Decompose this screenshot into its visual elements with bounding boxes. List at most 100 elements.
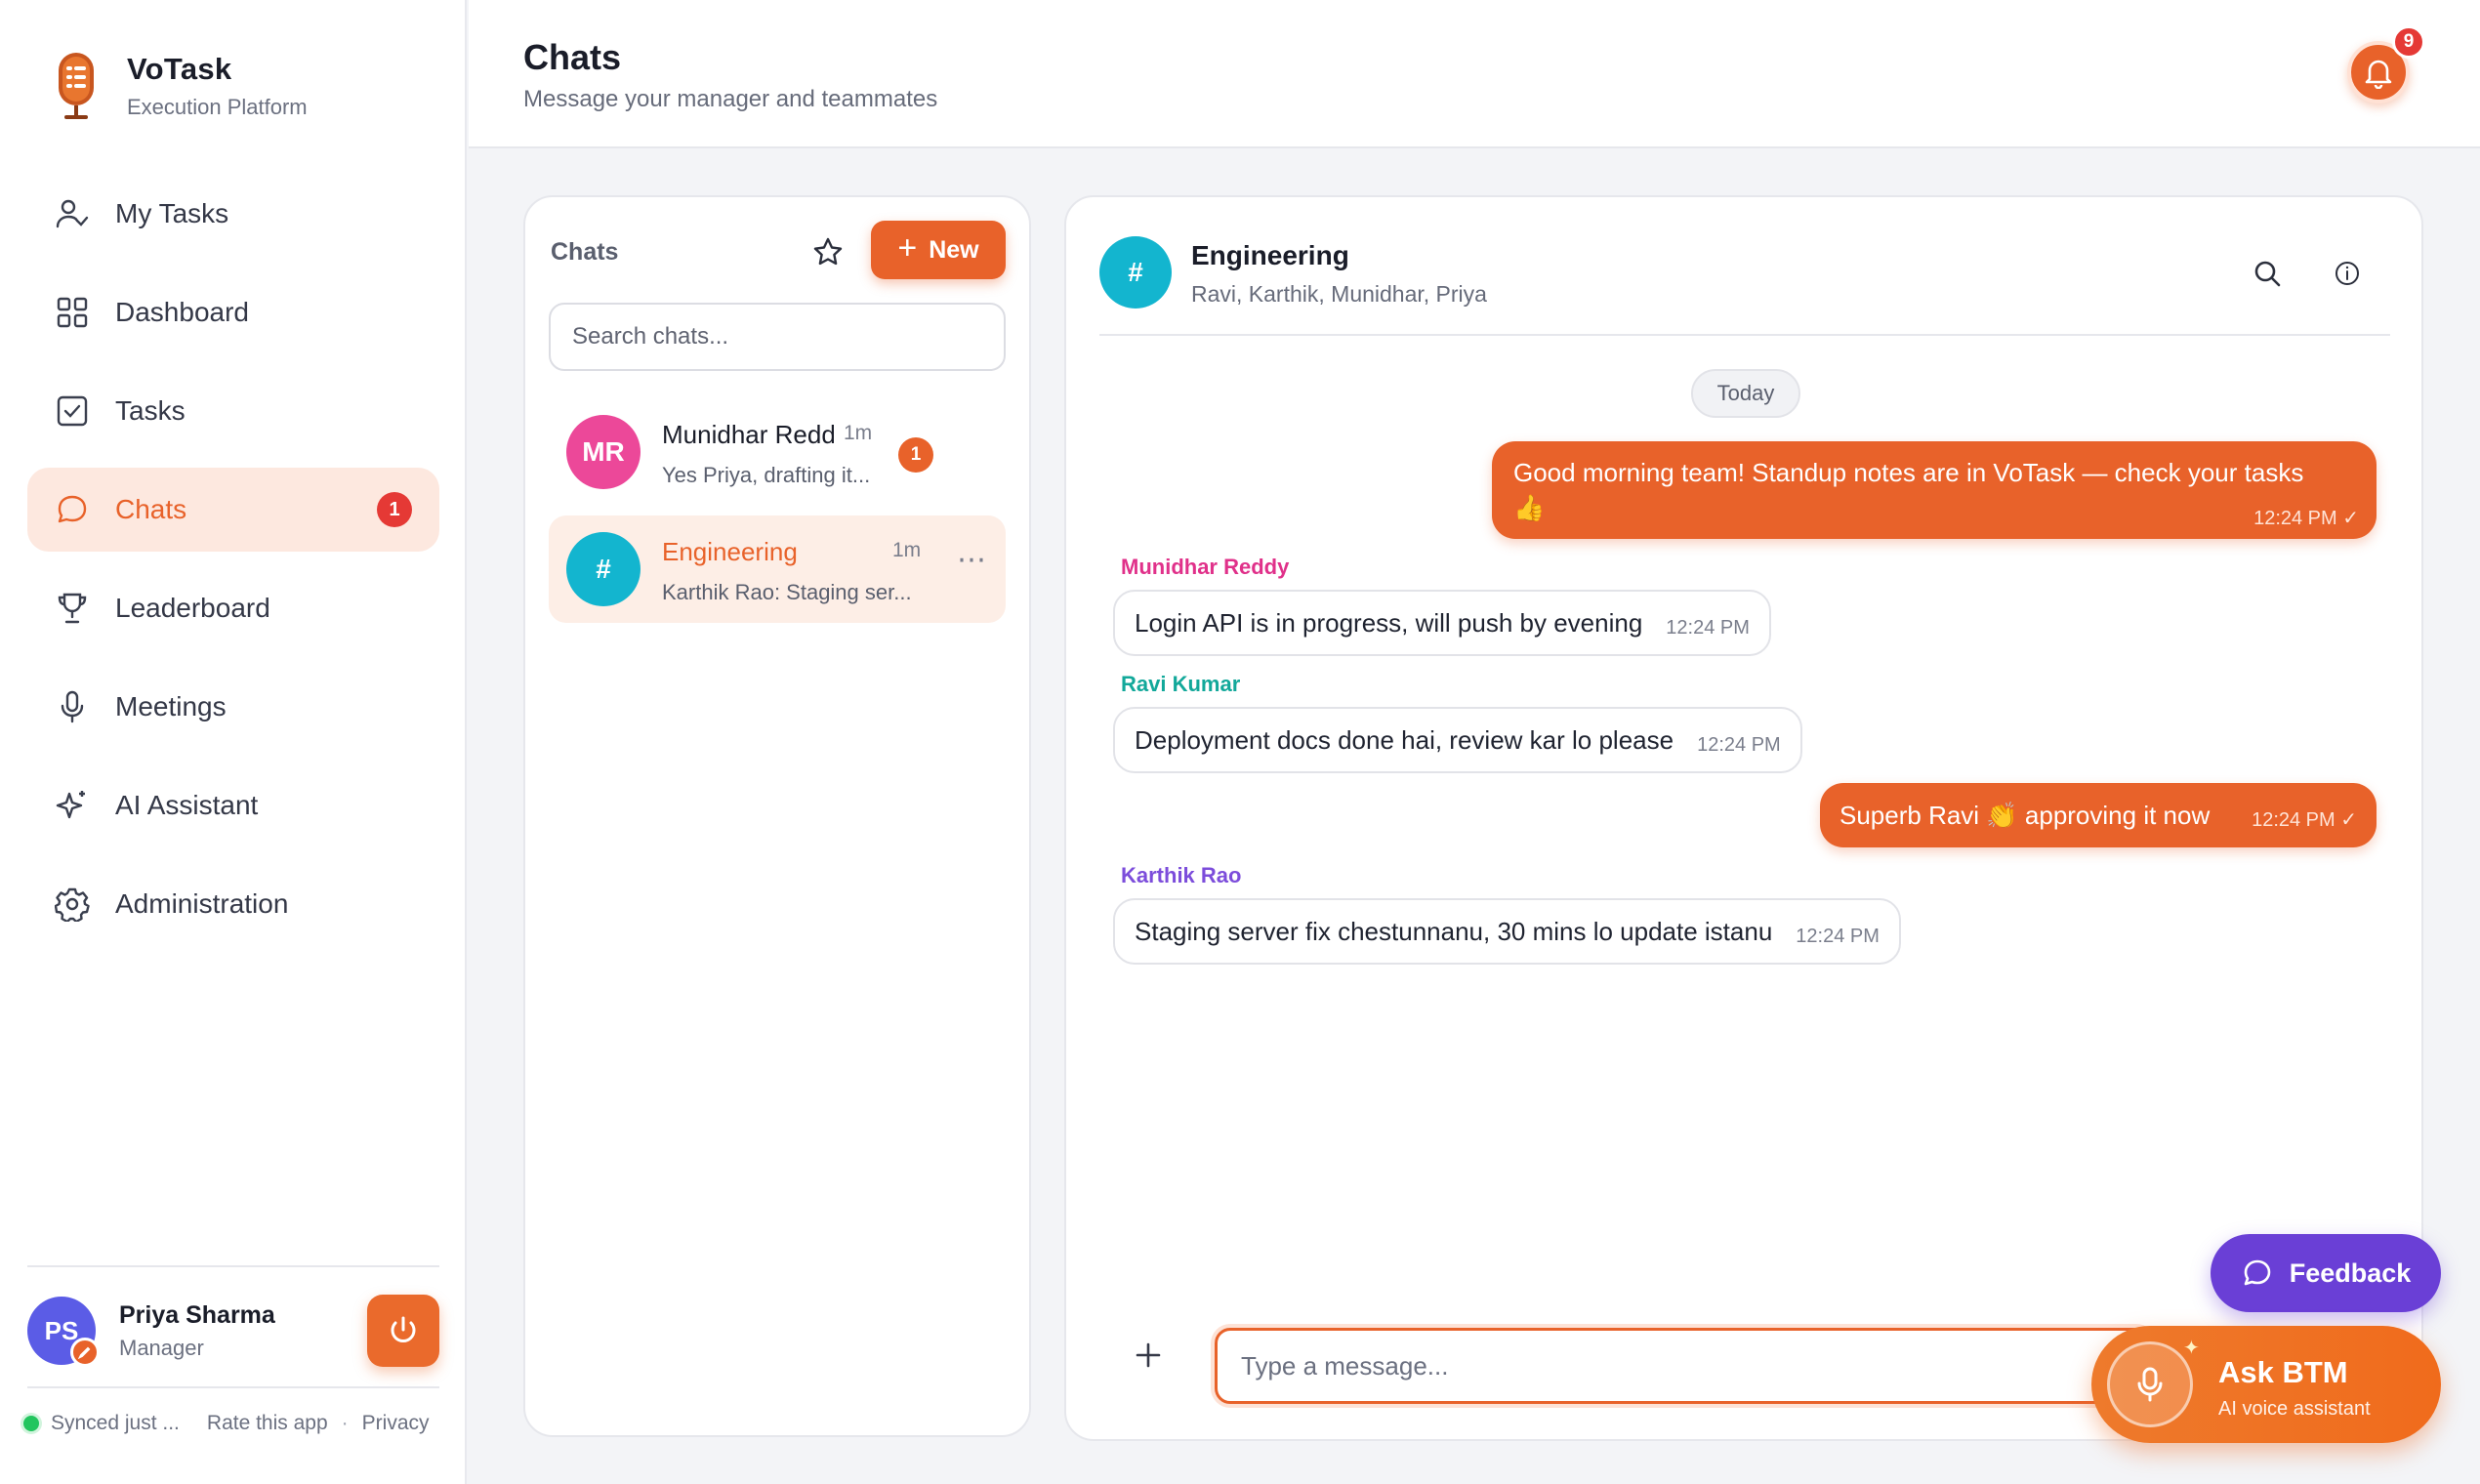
privacy-link[interactable]: Privacy [362,1412,430,1435]
sidebar-item-label: Meetings [115,691,227,721]
separator: · [341,1412,349,1434]
sidebar-item-meetings[interactable]: Meetings [27,665,439,749]
message-bubble-incoming[interactable]: Staging server fix chestunnanu, 30 mins … [1113,898,1901,965]
message-bubble-incoming[interactable]: Login API is in progress, will push by e… [1113,590,1771,656]
checkbox-icon [55,393,90,429]
search-chats-input[interactable] [549,303,1006,371]
rate-app-link[interactable]: Rate this app [207,1412,328,1435]
attach-plus-icon[interactable] [1129,1336,1168,1375]
ask-btm-subtitle: AI voice assistant [2218,1398,2371,1420]
message-text: Login API is in progress, will push by e… [1135,607,1643,638]
ask-btm-voice-button[interactable]: ✦ Ask BTM AI voice assistant [2091,1326,2441,1443]
sidebar-item-label: My Tasks [115,198,229,228]
conversation-info-button[interactable] [2330,256,2365,291]
message-bubble-outgoing[interactable]: Good morning team! Standup notes are in … [1492,441,2377,539]
message-text: Deployment docs done hai, review kar lo … [1135,724,1674,755]
message-sender: Karthik Rao [1121,863,1242,887]
chat-list-title: Chats [551,238,619,266]
date-separator: Today [1691,369,1800,418]
brand-name: VoTask [127,52,232,86]
sync-status-icon [23,1416,39,1431]
edit-icon[interactable] [70,1338,100,1367]
divider [27,1386,439,1388]
sidebar-item-my-tasks[interactable]: My Tasks [27,172,439,256]
logout-button[interactable] [367,1295,439,1367]
chat-time: 1m [892,539,922,561]
chat-list-item[interactable]: # Engineering 1m Karthik Rao: Staging se… [549,515,1006,623]
message-bubble-incoming[interactable]: Deployment docs done hai, review kar lo … [1113,707,1802,773]
ask-btm-title: Ask BTM [2218,1355,2348,1389]
sidebar-item-administration[interactable]: Administration [27,862,439,946]
microphone-icon [2107,1341,2193,1427]
sync-status: Synced just ... [51,1412,180,1434]
sidebar-item-tasks[interactable]: Tasks [27,369,439,453]
chat-list-panel: Chats + New MR Munidhar Reddy 1m Yes Pri… [523,195,1031,1437]
divider [27,1265,439,1267]
search-icon [2254,261,2281,287]
info-icon [2335,262,2359,285]
message-sender: Munidhar Reddy [1121,555,1290,579]
sparkle-icon [55,788,90,823]
microphone-icon [55,689,90,724]
sidebar-footer: Synced just ... Rate this app · Privacy [23,1412,430,1435]
page-subtitle: Message your manager and teammates [523,86,938,112]
feedback-label: Feedback [2289,1257,2412,1288]
avatar[interactable]: PS [27,1297,100,1367]
chat-preview: Karthik Rao: Staging ser... [662,580,912,604]
sidebar-item-label: AI Assistant [115,790,259,820]
sidebar-item-leaderboard[interactable]: Leaderboard [27,566,439,650]
chat-name: Munidhar Reddy [662,420,834,449]
feedback-button[interactable]: Feedback [2211,1234,2441,1312]
sidebar-item-ai-assistant[interactable]: AI Assistant [27,763,439,847]
page-title: Chats [523,37,622,77]
chat-time: 1m [844,422,873,444]
page-header: Chats Message your manager and teammates… [469,0,2480,148]
trophy-icon [55,591,90,626]
brand-subtitle: Execution Platform [127,95,308,119]
unread-badge: 1 [377,492,412,527]
more-options-icon[interactable]: ⋯ [957,543,987,577]
message-time: 12:24 PM [1796,925,1880,947]
sidebar-item-label: Dashboard [115,297,249,327]
message-time: 12:24 PM ✓ [2253,508,2359,529]
chat-name: Engineering [662,537,798,566]
sparkle-icon: ✦ [2183,1338,2200,1359]
conversation-members: Ravi, Karthik, Munidhar, Priya [1191,281,1487,307]
grid-icon [55,295,90,330]
message-text: Superb Ravi 👏 approving it now [1839,801,2211,830]
user-name: Priya Sharma [119,1300,275,1329]
message-text: Staging server fix chestunnanu, 30 mins … [1135,916,1773,946]
new-chat-label: New [929,235,979,264]
bell-icon [2365,60,2392,89]
message-sender: Ravi Kumar [1121,672,1241,696]
user-role: Manager [119,1335,204,1360]
search-messages-button[interactable] [2248,254,2287,293]
message-time: 12:24 PM [1697,733,1781,756]
divider [1099,334,2390,336]
new-chat-button[interactable]: + New [871,221,1006,279]
avatar: MR [566,415,641,489]
sidebar-item-label: Tasks [115,395,186,426]
chat-bubble-icon [55,492,90,527]
user-check-icon [55,196,90,231]
message-time: 12:24 PM ✓ [2252,808,2357,831]
brand[interactable]: VoTask Execution Platform [51,51,308,121]
sidebar: VoTask Execution Platform My Tasks Dashb… [0,0,467,1484]
message-text: Good morning team! Standup notes are in … [1513,458,2304,522]
chat-preview: Yes Priya, drafting it... [662,463,871,487]
avatar: # [1099,236,1172,309]
message-input[interactable] [1215,1328,2152,1404]
message-bubble-outgoing[interactable]: Superb Ravi 👏 approving it now 12:24 PM … [1820,783,2377,847]
conversation-name: Engineering [1191,240,1349,270]
favorites-button[interactable] [808,232,847,271]
sidebar-item-label: Chats [115,494,187,524]
sidebar-item-label: Leaderboard [115,593,270,623]
microphone-logo-icon [59,53,94,119]
sidebar-item-dashboard[interactable]: Dashboard [27,270,439,354]
sidebar-item-chats[interactable]: Chats 1 [27,468,439,552]
message-time: 12:24 PM [1666,616,1750,639]
user-profile: PS Priya Sharma Manager [27,1293,439,1369]
gear-icon [55,886,90,922]
notification-count-badge: 9 [2392,25,2425,59]
chat-list-item[interactable]: MR Munidhar Reddy 1m Yes Priya, drafting… [549,398,1006,506]
